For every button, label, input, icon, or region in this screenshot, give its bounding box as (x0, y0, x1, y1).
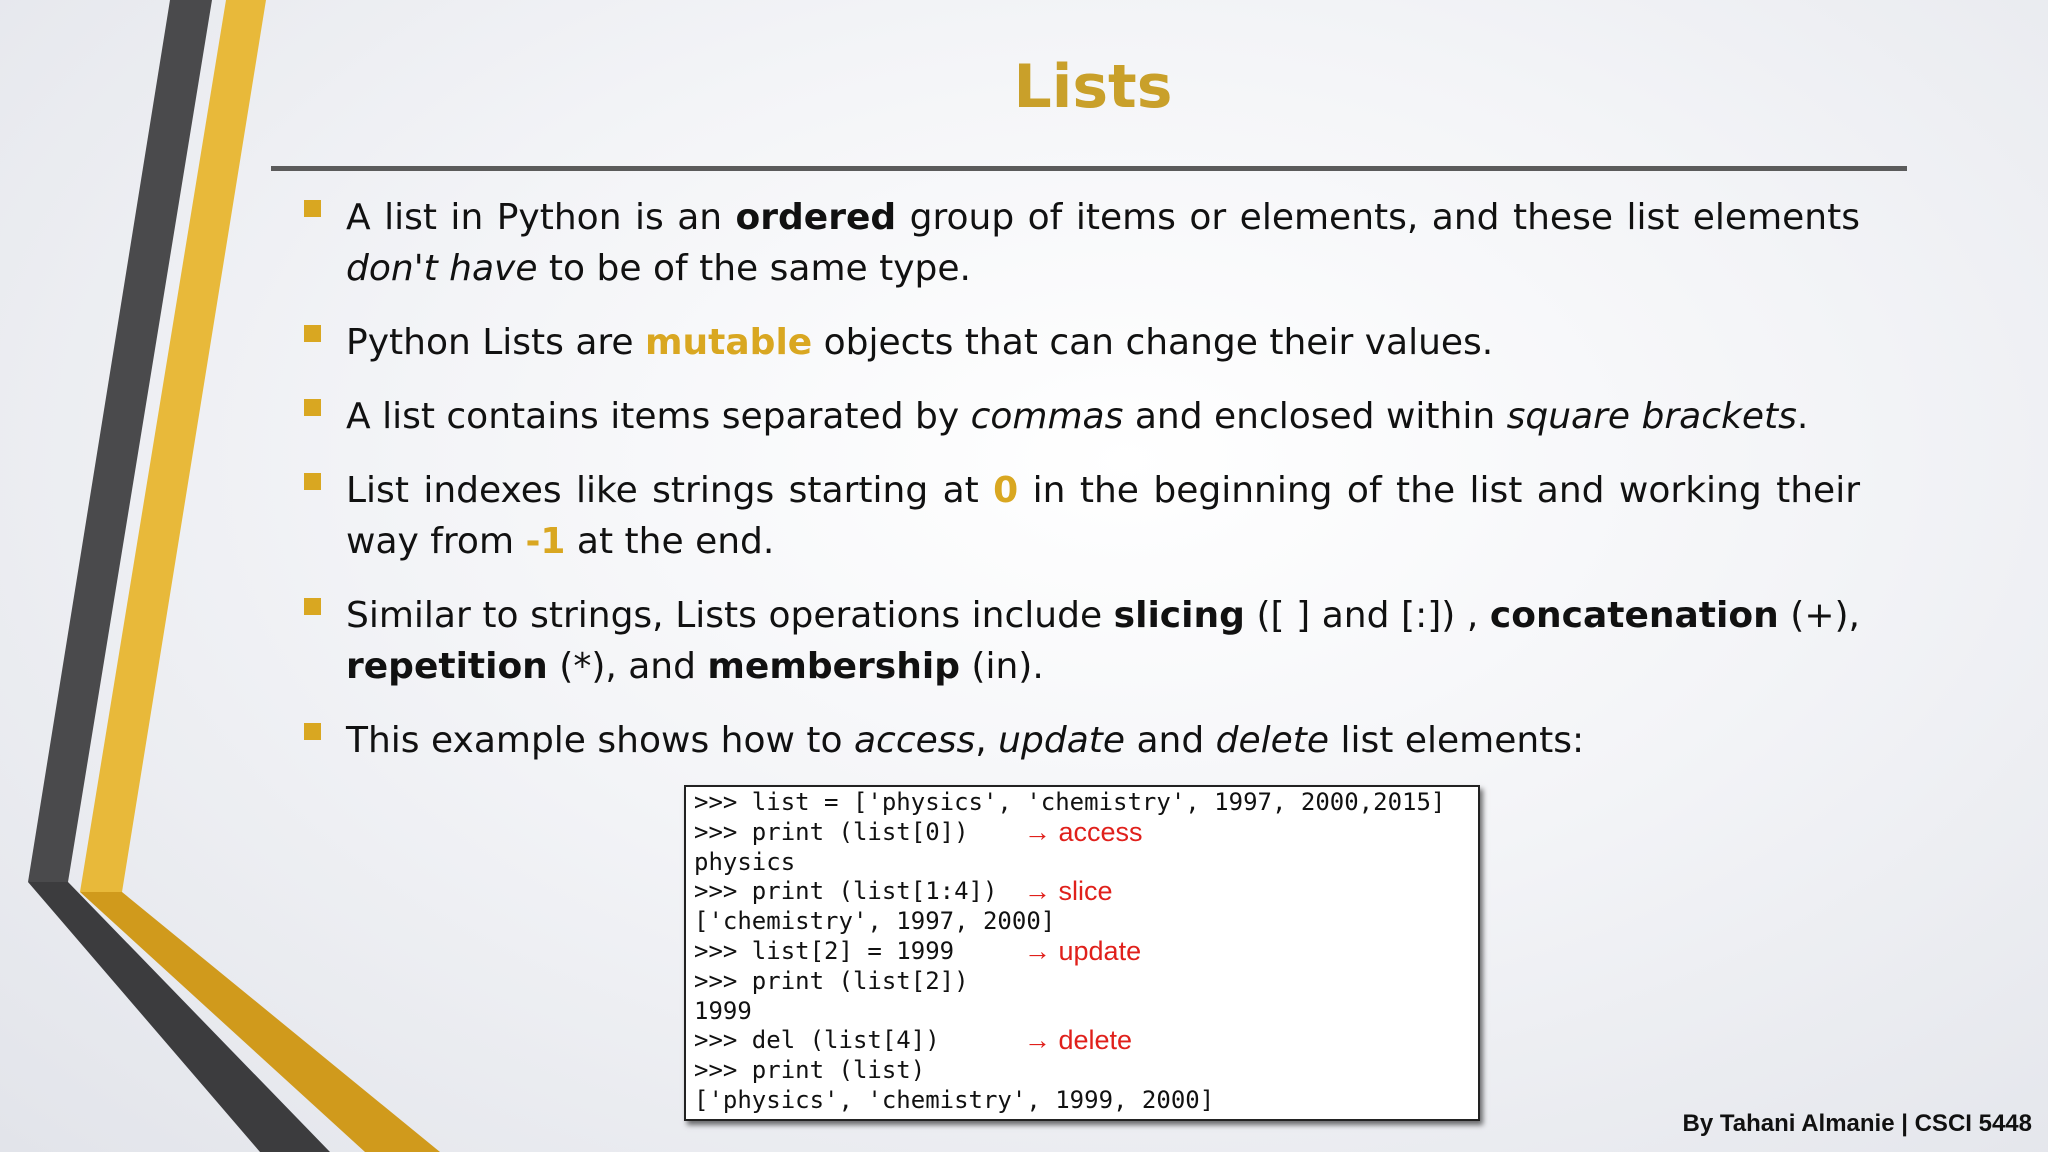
bullet-square-icon (304, 325, 321, 342)
bullet-square-icon (304, 473, 321, 490)
code-line: >>> print (list[2]) (694, 967, 1470, 997)
code-line: >>> print (list[0]) → access (694, 816, 1470, 848)
bullet-text-segment: mutable (645, 322, 813, 363)
bullet-square-icon (304, 399, 321, 416)
bullet-text-segment: (*), and (547, 646, 708, 687)
code-line: >>> del (list[4]) → delete (694, 1026, 1470, 1056)
bullet-item: Python Lists are mutable objects that ca… (300, 317, 1860, 368)
code-text: ['chemistry', 1997, 2000] (694, 907, 1056, 936)
bullet-text-segment: . (1796, 396, 1809, 437)
bullet-text-segment: membership (707, 646, 960, 687)
code-text: >>> print (list[2]) (694, 966, 969, 995)
slide-footer: By Tahani Almanie | CSCI 5448 (1682, 1110, 2033, 1137)
title-divider (271, 166, 1907, 171)
code-text: >>> print (list) (694, 1056, 926, 1085)
code-line: 1999 (694, 997, 1470, 1027)
code-line: physics (694, 848, 1470, 878)
bullet-text-segment: at the end. (565, 521, 775, 562)
code-annotation: → slice (1024, 876, 1113, 907)
bullet-text-segment: Similar to strings, Lists operations inc… (346, 595, 1114, 636)
code-line: >>> print (list[1:4]) → slice (694, 877, 1470, 907)
bullet-item: This example shows how to access, update… (300, 715, 1860, 766)
bullet-text-segment: List indexes like strings starting at (346, 470, 994, 511)
bullet-square-icon (304, 723, 321, 740)
bullet-square-icon (304, 200, 321, 217)
code-example-box: >>> list = ['physics', 'chemistry', 1997… (684, 785, 1480, 1121)
code-line: >>> list[2] = 1999 → update (694, 935, 1470, 967)
bullet-text-segment: slicing (1113, 595, 1245, 636)
bullet-text-segment: delete (1215, 720, 1330, 761)
bullet-text-segment: ([ ] and [:]) , (1244, 595, 1490, 636)
bullet-text-segment: and enclosed within (1123, 396, 1507, 437)
bullet-text-segment: repetition (346, 646, 548, 687)
code-text: >>> print (list[1:4]) (694, 877, 998, 906)
bullet-text-segment: don't have (346, 248, 538, 289)
bullet-text-segment: access (853, 720, 976, 761)
slide-title: Lists (1013, 52, 1173, 122)
code-annotation: → access (1024, 816, 1143, 847)
bullet-text-segment: commas (970, 396, 1124, 437)
bullet-text-segment: update (998, 720, 1126, 761)
code-text: >>> list = ['physics', 'chemistry', 1997… (694, 788, 1446, 816)
code-text: >>> print (list[0]) (694, 817, 969, 846)
bullet-text-segment: This example shows how to (346, 720, 854, 761)
bullet-text-segment: -1 (525, 521, 566, 562)
bullet-text-segment: to be of the same type. (537, 248, 971, 289)
bullet-text-segment: 0 (993, 470, 1019, 511)
code-text: physics (694, 847, 796, 876)
code-line: ['physics', 'chemistry', 1999, 2000] (694, 1086, 1470, 1116)
bullet-text-segment: ordered (735, 197, 897, 238)
bullet-text-segment: Python Lists are (346, 322, 646, 363)
bullet-text-segment: , (975, 720, 999, 761)
bullet-text-segment: (+), (1778, 595, 1860, 636)
code-line: ['chemistry', 1997, 2000] (694, 907, 1470, 937)
bullet-text-segment: A list contains items separated by (346, 396, 971, 437)
bullet-square-icon (304, 598, 321, 615)
code-text: >>> list[2] = 1999 (694, 936, 955, 965)
code-line: >>> print (list) (694, 1056, 1470, 1086)
bullet-text-segment: group of items or elements, and these li… (896, 197, 1860, 238)
bullet-list: A list in Python is an ordered group of … (300, 192, 1860, 789)
bullet-text-segment: list elements: (1329, 720, 1585, 761)
bullet-text-segment: (in). (959, 646, 1044, 687)
dark-diagonal-stripe (28, 882, 330, 1152)
bullet-text-segment: objects that can change their values. (812, 322, 1494, 363)
bullet-text-segment: and (1125, 720, 1216, 761)
code-annotation: → delete (1024, 1025, 1133, 1056)
bullet-item: A list in Python is an ordered group of … (300, 192, 1860, 294)
bullet-item: A list contains items separated by comma… (300, 391, 1860, 442)
code-text: 1999 (694, 996, 752, 1025)
bullet-item: List indexes like strings starting at 0 … (300, 465, 1860, 567)
bullet-text-segment: concatenation (1489, 595, 1779, 636)
code-annotation: → update (1024, 935, 1142, 966)
code-line: >>> list = ['physics', 'chemistry', 1997… (694, 788, 1470, 818)
code-text: >>> del (list[4]) (694, 1026, 940, 1055)
bullet-text-segment: square brackets (1506, 396, 1797, 437)
code-text: ['physics', 'chemistry', 1999, 2000] (694, 1085, 1215, 1114)
bullet-item: Similar to strings, Lists operations inc… (300, 590, 1860, 692)
bullet-text-segment: A list in Python is an (346, 197, 736, 238)
